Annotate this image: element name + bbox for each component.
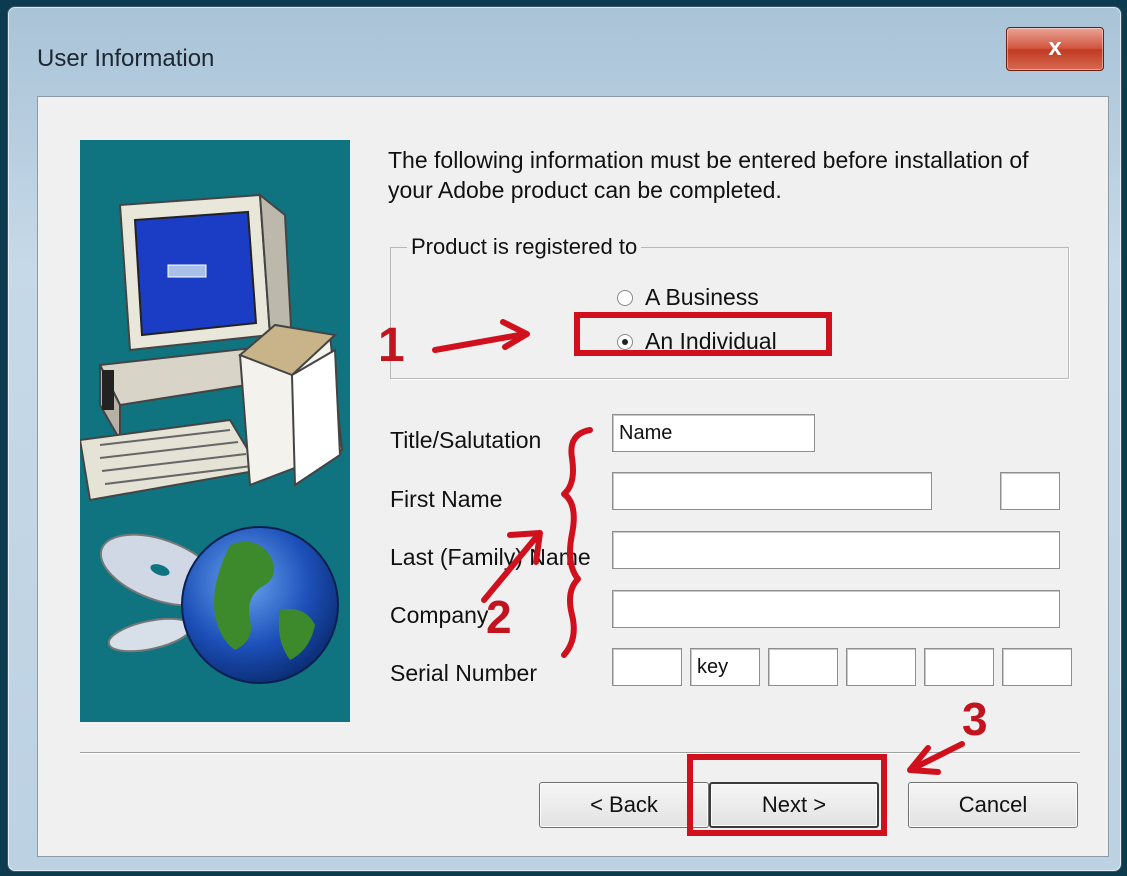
annotation-arrows bbox=[432, 319, 965, 775]
